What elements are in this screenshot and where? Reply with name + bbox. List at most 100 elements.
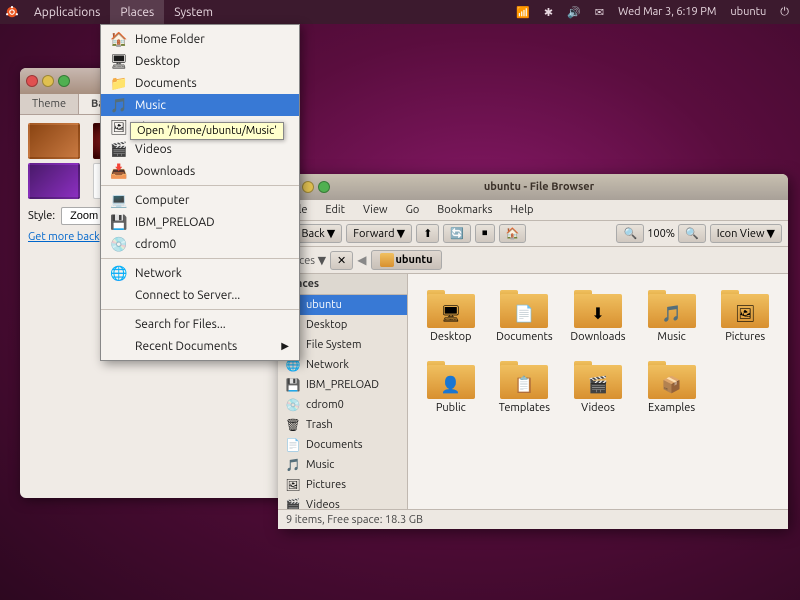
wallpaper-brown[interactable] (28, 123, 80, 159)
maximize-button[interactable] (58, 75, 70, 87)
menu-item-home[interactable]: 🏠 Home Folder (101, 28, 299, 50)
menu-item-recent[interactable]: Recent Documents ▶ (101, 335, 299, 357)
system-menu[interactable]: System (164, 0, 223, 24)
sidebar-label-desktop: Desktop (306, 319, 347, 331)
datetime[interactable]: Wed Mar 3, 6:19 PM (615, 6, 719, 18)
file-label-templates: Templates (499, 402, 550, 414)
menu-item-computer[interactable]: 💻 Computer (101, 189, 299, 211)
stop-button[interactable]: ⏹ (475, 224, 495, 243)
zoom-in-button[interactable]: 🔍 (678, 224, 706, 243)
menu-label-network: Network (135, 267, 182, 280)
power-icon[interactable]: ⏻ (777, 6, 792, 19)
places-menu-btn[interactable]: Places (110, 0, 164, 24)
menu-label-computer: Computer (135, 194, 189, 207)
view-select[interactable]: Icon View ▼ (710, 224, 782, 243)
fb-menu-go[interactable]: Go (398, 202, 428, 218)
menu-item-network[interactable]: 🌐 Network (101, 262, 299, 284)
sidebar-label-trash: Trash (306, 419, 333, 431)
file-browser-menubar: File Edit View Go Bookmarks Help (278, 200, 788, 221)
file-item-desktop[interactable]: 🖥 Desktop (418, 284, 484, 347)
menu-item-search[interactable]: Search for Files... (101, 313, 299, 335)
menu-item-downloads[interactable]: 📥 Downloads (101, 160, 299, 182)
up-icon: ⬆ (423, 227, 432, 240)
sidebar-cdrom-icon: 💿 (286, 398, 300, 412)
file-label-downloads: Downloads (570, 331, 625, 343)
folder-icon-documents: 📄 (500, 288, 548, 328)
location-label: ubuntu (396, 254, 433, 266)
top-panel-left: Applications Places System (0, 0, 223, 24)
desktop-icon: 🖥 (111, 53, 127, 69)
close-button[interactable] (26, 75, 38, 87)
file-label-documents: Documents (496, 331, 553, 343)
menu-item-videos[interactable]: 🎬 Videos (101, 138, 299, 160)
file-item-videos[interactable]: 🎬 Videos (565, 355, 631, 418)
documents-icon: 📁 (111, 75, 127, 91)
fb-menu-help[interactable]: Help (502, 202, 541, 218)
file-label-music: Music (657, 331, 685, 343)
style-label: Style: (28, 210, 55, 222)
file-item-pictures[interactable]: 🖼 Pictures (712, 284, 778, 347)
file-item-documents[interactable]: 📄 Documents (492, 284, 558, 347)
sidebar-item-pictures[interactable]: 🖼 Pictures (278, 475, 407, 495)
sidebar-label-ibm: IBM_PRELOAD (306, 379, 379, 391)
minimize-button[interactable] (42, 75, 54, 87)
menu-item-cdrom[interactable]: 💿 cdrom0 (101, 233, 299, 255)
tab-theme[interactable]: Theme (20, 94, 79, 114)
file-item-public[interactable]: 👤 Public (418, 355, 484, 418)
fb-minimize-button[interactable] (302, 181, 314, 193)
menu-item-music[interactable]: 🎵 Music (101, 94, 299, 116)
fb-menu-edit[interactable]: Edit (317, 202, 353, 218)
search-icon (111, 316, 127, 332)
menu-separator-1 (101, 185, 299, 186)
sidebar-videos-icon: 🎬 (286, 498, 300, 509)
location-bar: Places ▼ ✕ ◀ ubuntu (278, 247, 788, 274)
sidebar-item-music[interactable]: 🎵 Music (278, 455, 407, 475)
file-icons-grid: 🖥 Desktop 📄 Documents ⬇ Dow (418, 284, 778, 418)
sidebar-label-pictures: Pictures (306, 479, 346, 491)
file-browser-titlebar: ubuntu - File Browser (278, 174, 788, 200)
menu-separator-3 (101, 309, 299, 310)
menu-item-connect[interactable]: Connect to Server... (101, 284, 299, 306)
home-nav-button[interactable]: 🏠 (499, 224, 527, 243)
ubuntu-logo[interactable] (0, 0, 24, 24)
menu-item-desktop[interactable]: 🖥 Desktop (101, 50, 299, 72)
sidebar-item-documents[interactable]: 📄 Documents (278, 435, 407, 455)
sidebar-ibm-icon: 💾 (286, 378, 300, 392)
forward-button[interactable]: Forward ▼ (346, 224, 412, 243)
folder-icon-examples: 📦 (648, 359, 696, 399)
sidebar-item-videos[interactable]: 🎬 Videos (278, 495, 407, 509)
sidebar-pictures-icon: 🖼 (286, 478, 300, 492)
file-label-examples: Examples (648, 402, 695, 414)
bluetooth-icon: ✱ (541, 6, 556, 19)
sidebar-close-button[interactable]: ✕ (330, 251, 353, 270)
reload-button[interactable]: 🔄 (443, 224, 471, 243)
file-item-templates[interactable]: 📋 Templates (492, 355, 558, 418)
menu-label-recent: Recent Documents (135, 340, 237, 353)
network-menu-icon: 🌐 (111, 265, 127, 281)
zoom-out-button[interactable]: 🔍 (616, 224, 644, 243)
fb-menu-view[interactable]: View (355, 202, 396, 218)
fb-maximize-button[interactable] (318, 181, 330, 193)
wallpaper-purple[interactable] (28, 163, 80, 199)
sidebar-item-trash[interactable]: 🗑 Trash (278, 415, 407, 435)
menu-item-ibm[interactable]: 💾 IBM_PRELOAD (101, 211, 299, 233)
file-item-music[interactable]: 🎵 Music (639, 284, 705, 347)
location-crumb-ubuntu[interactable]: ubuntu (371, 250, 442, 270)
applications-menu[interactable]: Applications (24, 0, 110, 24)
file-item-examples[interactable]: 📦 Examples (639, 355, 705, 418)
sidebar-label-videos: Videos (306, 499, 340, 509)
top-panel: Applications Places System 📶 ✱ 🔊 ✉ Wed M… (0, 0, 800, 24)
network-icon: 📶 (513, 6, 533, 19)
sidebar-label-filesystem: File System (306, 339, 362, 351)
up-button[interactable]: ⬆ (416, 224, 439, 243)
file-label-desktop: Desktop (430, 331, 471, 343)
zoom-out-icon: 🔍 (623, 227, 637, 240)
cdrom-icon: 💿 (111, 236, 127, 252)
folder-icon-music: 🎵 (648, 288, 696, 328)
sidebar-item-cdrom[interactable]: 💿 cdrom0 (278, 395, 407, 415)
sidebar-item-ibm[interactable]: 💾 IBM_PRELOAD (278, 375, 407, 395)
fb-menu-bookmarks[interactable]: Bookmarks (429, 202, 500, 218)
file-item-downloads[interactable]: ⬇ Downloads (565, 284, 631, 347)
folder-icon-public: 👤 (427, 359, 475, 399)
menu-item-documents[interactable]: 📁 Documents (101, 72, 299, 94)
